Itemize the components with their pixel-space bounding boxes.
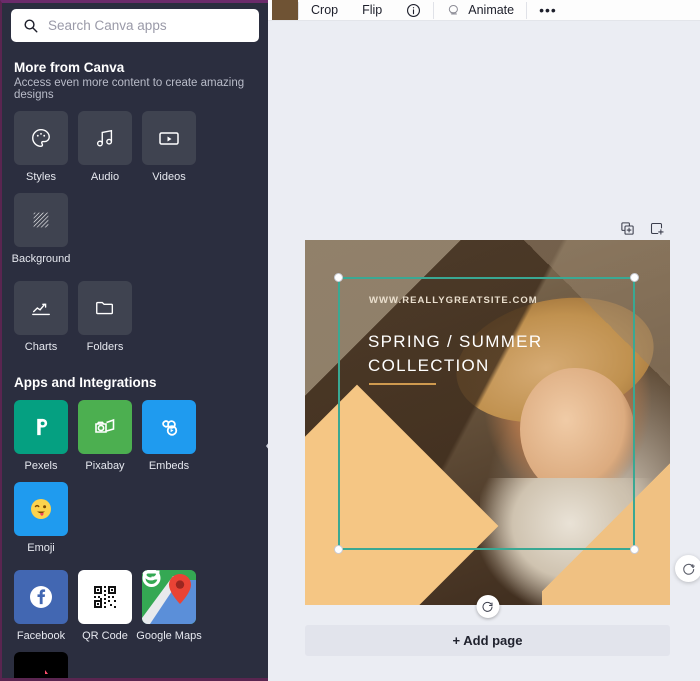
tile-label: Videos	[152, 171, 186, 183]
add-page-icon[interactable]	[649, 221, 664, 236]
tile-label: Charts	[24, 341, 58, 353]
duplicate-page-icon[interactable]	[620, 221, 635, 236]
tile-background[interactable]: Background	[11, 193, 71, 265]
triangle-top-right	[522, 240, 670, 388]
app-facebook[interactable]: Facebook	[14, 570, 68, 642]
pexels-icon	[14, 400, 68, 454]
video-play-icon	[142, 111, 196, 165]
app-label: Embeds	[148, 460, 190, 472]
giphy-icon	[14, 652, 68, 678]
animate-label: Animate	[468, 3, 515, 17]
canvas-website-text[interactable]: WWW.REALLYGREATSITE.COM	[369, 295, 538, 306]
design-canvas-wrapper: WWW.REALLYGREATSITE.COM SPRING / SUMMER …	[305, 240, 700, 618]
pixabay-icon	[78, 400, 132, 454]
app-pexels[interactable]: Pexels	[14, 400, 68, 472]
music-note-icon	[78, 111, 132, 165]
canvas-divider-rule	[369, 383, 436, 385]
app-label: Emoji	[27, 542, 55, 554]
rotate-add-icon	[682, 562, 696, 576]
animate-button[interactable]: Animate	[434, 0, 526, 21]
apps-grid-row2: Facebook QR Code Google Maps	[2, 554, 268, 678]
google-maps-icon	[142, 570, 196, 624]
rotate-icon	[482, 601, 494, 613]
app-label: Google Maps	[136, 630, 202, 642]
more-from-canva-grid-row2: Charts Folders	[2, 265, 268, 353]
app-pixabay[interactable]: Pixabay	[78, 400, 132, 472]
more-from-canva-title: More from Canva	[14, 60, 125, 75]
tile-folders[interactable]: Folders	[78, 281, 132, 353]
apps-integrations-title: Apps and Integrations	[14, 375, 157, 390]
app-label: QR Code	[82, 630, 128, 642]
info-button[interactable]	[394, 0, 433, 21]
facebook-icon	[14, 570, 68, 624]
tile-label: Background	[11, 253, 71, 265]
more-from-canva-grid-row1: Styles Audio Videos Background	[2, 101, 268, 265]
tile-videos[interactable]: Videos	[142, 111, 196, 183]
search-icon	[23, 18, 38, 33]
tile-audio[interactable]: Audio	[78, 111, 132, 183]
folder-icon	[78, 281, 132, 335]
rotate-handle[interactable]	[476, 595, 499, 618]
crop-button[interactable]: Crop	[299, 0, 350, 21]
more-from-canva-subtitle: Access even more content to create amazi…	[14, 77, 245, 101]
editor-area: Crop Flip Animate ••• WWW.REALLYGREATSIT…	[268, 0, 700, 681]
app-root: Search Canva apps More from Canva Access…	[0, 0, 700, 681]
canvas-headline[interactable]: SPRING / SUMMER COLLECTION	[368, 330, 542, 378]
object-toolbar: Crop Flip Animate •••	[268, 0, 700, 21]
apps-grid-row1: Pexels Pixabay Embeds Emoji	[2, 390, 268, 554]
search-section: Search Canva apps	[2, 3, 268, 42]
animate-icon	[446, 3, 462, 18]
add-page-button[interactable]: + Add page	[305, 625, 670, 656]
more-options-button[interactable]: •••	[527, 0, 569, 21]
apps-sidebar: Search Canva apps More from Canva Access…	[0, 0, 268, 681]
tile-label: Audio	[90, 171, 120, 183]
search-input[interactable]: Search Canva apps	[11, 9, 259, 42]
info-circle-icon	[406, 3, 421, 18]
line-chart-icon	[14, 281, 68, 335]
app-qr-code[interactable]: QR Code	[78, 570, 132, 642]
embeds-icon	[142, 400, 196, 454]
side-rotate-button[interactable]	[675, 555, 700, 582]
palette-icon	[14, 111, 68, 165]
emoji-icon	[14, 482, 68, 536]
tile-label: Folders	[86, 341, 124, 353]
tile-styles[interactable]: Styles	[14, 111, 68, 183]
app-embeds[interactable]: Embeds	[142, 400, 196, 472]
app-emoji[interactable]: Emoji	[14, 482, 68, 554]
tile-charts[interactable]: Charts	[14, 281, 68, 353]
app-label: Facebook	[16, 630, 66, 642]
triangle-bottom-right	[542, 457, 670, 605]
app-label: Pexels	[24, 460, 58, 472]
app-giphy[interactable]: GIPHY	[14, 652, 68, 678]
search-placeholder: Search Canva apps	[48, 18, 167, 33]
flip-button[interactable]: Flip	[350, 0, 394, 21]
qr-code-icon	[78, 570, 132, 624]
app-google-maps[interactable]: Google Maps	[136, 570, 202, 642]
canvas-headline-line2: COLLECTION	[368, 356, 490, 375]
hatch-pattern-icon	[14, 193, 68, 247]
selected-image-thumbnail[interactable]	[272, 0, 298, 20]
design-canvas[interactable]: WWW.REALLYGREATSITE.COM SPRING / SUMMER …	[305, 240, 670, 605]
tile-label: Styles	[26, 171, 56, 183]
canvas-headline-line1: SPRING / SUMMER	[368, 332, 543, 351]
page-actions-toolbar	[620, 221, 664, 236]
app-label: Pixabay	[85, 460, 125, 472]
